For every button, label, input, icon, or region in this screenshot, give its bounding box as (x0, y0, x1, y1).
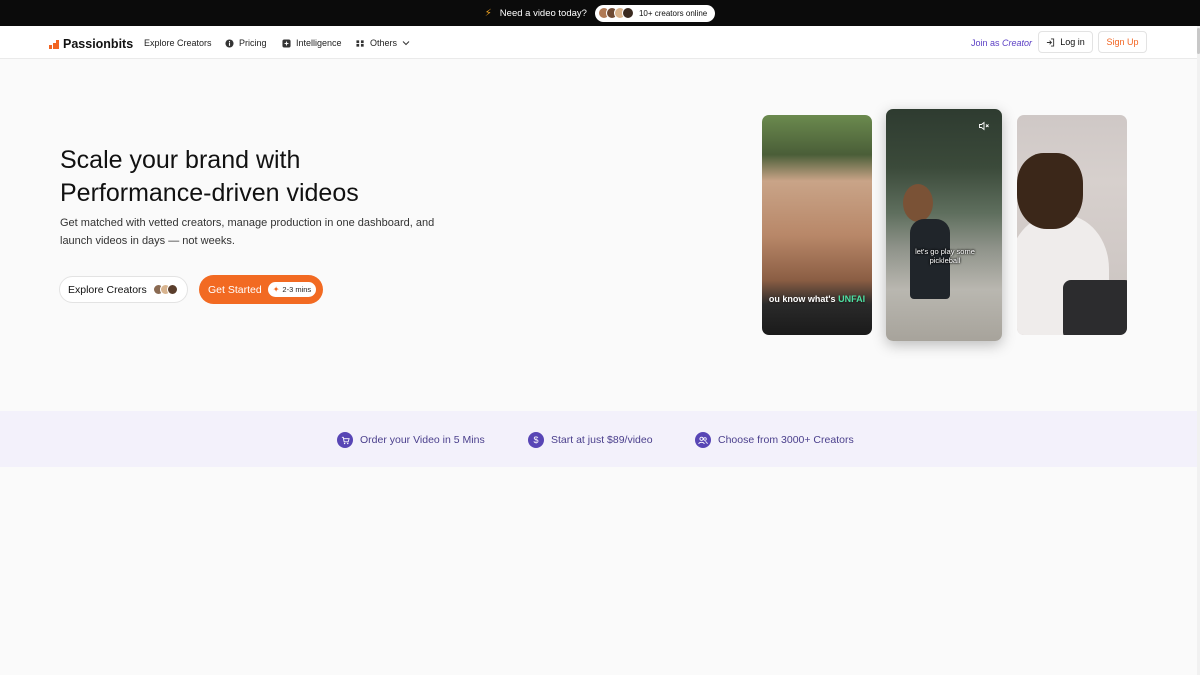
cart-icon (337, 432, 353, 448)
bolt-icon: ⚡ (484, 7, 492, 19)
nav-label: Intelligence (296, 38, 342, 48)
video-card-1[interactable]: ou know what's UNFAI (762, 115, 872, 335)
creators-online-pill[interactable]: 10+ creators online (594, 4, 716, 22)
nav-others-dropdown[interactable]: Others (356, 38, 410, 48)
get-started-button[interactable]: Get Started ✦ 2-3 mins (199, 275, 323, 304)
nav-intelligence[interactable]: Intelligence (282, 38, 342, 48)
hero-title-line2: Performance-driven videos (60, 179, 359, 207)
logo-icon (49, 39, 59, 49)
login-button[interactable]: Log in (1038, 31, 1093, 53)
video-card-3[interactable] (1017, 115, 1127, 335)
chair-shape (1063, 280, 1127, 335)
sparkle-icon (282, 38, 291, 48)
feature-label: Choose from 3000+ Creators (718, 434, 854, 446)
grid-icon (356, 39, 364, 47)
nav-label: Pricing (239, 38, 267, 48)
get-started-label: Get Started (208, 283, 262, 296)
video-caption: let's go play some pickleball (915, 247, 975, 265)
creator-avatars (597, 7, 634, 19)
feature-label: Order your Video in 5 Mins (360, 434, 485, 446)
person-figure (1017, 153, 1083, 229)
creators-online-count: 10+ creators online (638, 8, 708, 18)
time-badge: ✦ 2-3 mins (267, 282, 317, 297)
video-card-2[interactable]: let's go play some pickleball (886, 109, 1002, 341)
avatar (621, 7, 634, 19)
chevron-down-icon (402, 41, 410, 46)
join-word: Creator (1002, 38, 1033, 48)
users-icon (695, 432, 711, 448)
login-icon (1047, 37, 1055, 47)
main-navigation: Passionbits Explore Creators Pricing Int… (0, 26, 1197, 59)
mute-icon[interactable] (978, 120, 990, 132)
sparkle-icon: ✦ (272, 285, 280, 294)
logo[interactable]: Passionbits (49, 37, 133, 51)
time-badge-label: 2-3 mins (282, 285, 312, 294)
login-label: Log in (1060, 37, 1085, 47)
announcement-message: Need a video today? (499, 7, 587, 19)
join-as-creator-link[interactable]: Join as Creator (971, 38, 1032, 48)
hero-title-line1: Scale your brand with (60, 146, 301, 174)
explore-creators-label: Explore Creators (68, 283, 147, 296)
feature-label: Start at just $89/video (551, 434, 653, 446)
nav-label: Explore Creators (144, 38, 212, 48)
logo-text: Passionbits (63, 37, 134, 51)
dollar-icon: $ (528, 432, 544, 448)
announcement-bar: ⚡ Need a video today? 10+ creators onlin… (0, 0, 1200, 26)
explore-creators-button[interactable]: Explore Creators (59, 276, 188, 303)
avatar (166, 284, 178, 295)
creator-avatars (152, 284, 178, 295)
person-figure (903, 184, 933, 222)
feature-strip: Order your Video in 5 Mins $ Start at ju… (0, 411, 1197, 467)
feature-order-video: Order your Video in 5 Mins (337, 432, 485, 448)
feature-pricing: $ Start at just $89/video (528, 432, 653, 448)
join-prefix: Join as (971, 38, 1000, 48)
hero-subtitle: Get matched with vetted creators, manage… (60, 217, 435, 247)
feature-creators: Choose from 3000+ Creators (695, 432, 854, 448)
nav-explore-creators[interactable]: Explore Creators (144, 38, 212, 48)
hero-title: Scale your brand with Performance-driven… (60, 144, 359, 210)
info-circle-icon (225, 38, 234, 48)
signup-label: Sign Up (1106, 37, 1139, 47)
nav-label: Others (370, 38, 398, 48)
nav-pricing[interactable]: Pricing (225, 38, 267, 48)
signup-button[interactable]: Sign Up (1098, 31, 1147, 53)
video-caption: ou know what's UNFAI (768, 294, 866, 304)
